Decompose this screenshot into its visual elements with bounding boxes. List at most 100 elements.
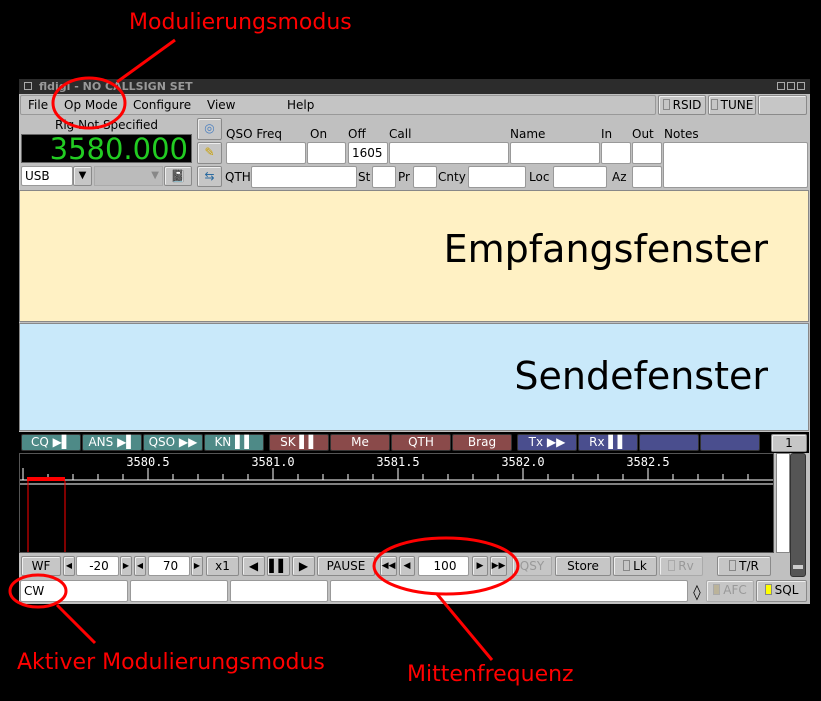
broom-clear-icon[interactable]: ✎: [197, 142, 222, 164]
macro-button[interactable]: ANS ▶▌: [82, 434, 142, 451]
time-on-field[interactable]: [307, 142, 346, 164]
time-off-field[interactable]: 1605: [348, 142, 388, 164]
waterfall[interactable]: 3580.5 3581.0 3581.5 3582.0 3582.5: [19, 453, 774, 553]
frequency-display[interactable]: 3580.000: [21, 134, 192, 164]
macro-button[interactable]: KN ▌▌: [204, 434, 264, 451]
call-field[interactable]: [389, 142, 509, 164]
menu-op-mode[interactable]: Op Mode: [64, 98, 118, 112]
lock-toggle[interactable]: Lk: [613, 556, 657, 576]
off-label: Off: [348, 127, 366, 141]
province-field[interactable]: [413, 166, 437, 188]
notes-label: Notes: [664, 127, 699, 141]
fast-right-icon[interactable]: ▶▶: [490, 556, 507, 576]
store-button[interactable]: Store: [555, 556, 611, 576]
globe-icon[interactable]: ◎: [197, 118, 222, 140]
macro-button[interactable]: Rx ▌▌: [578, 434, 638, 451]
macro-set-button[interactable]: 1: [771, 434, 807, 452]
menu-configure[interactable]: Configure: [133, 98, 191, 112]
receive-pane[interactable]: Empfangsfenster: [19, 190, 809, 322]
qth-field[interactable]: [251, 166, 357, 188]
call-label: Call: [389, 127, 412, 141]
fast-left-icon[interactable]: ◀◀: [380, 556, 397, 576]
state-field[interactable]: [372, 166, 396, 188]
lock-led: [623, 560, 631, 571]
menu-file[interactable]: File: [28, 98, 48, 112]
locator-field[interactable]: [553, 166, 607, 188]
mode-dropdown-chevron-down-icon[interactable]: ▼: [73, 166, 92, 186]
macro-button[interactable]: [639, 434, 699, 451]
country-field[interactable]: [468, 166, 526, 188]
maximize-icon[interactable]: [787, 82, 795, 90]
min-db-field[interactable]: -20: [76, 556, 119, 576]
rsid-toggle[interactable]: RSID: [658, 95, 706, 115]
squelch-slider[interactable]: [790, 453, 806, 577]
rig-name: Rig Not Specified: [55, 118, 159, 132]
range-db-field[interactable]: 70: [148, 556, 190, 576]
macro-button[interactable]: CQ ▶▌: [21, 434, 81, 451]
left-icon[interactable]: ◀: [399, 556, 415, 576]
pause-bars-icon[interactable]: ▌▌: [267, 556, 290, 576]
mode-select[interactable]: USB: [21, 166, 73, 186]
macro-button[interactable]: Brag: [452, 434, 512, 451]
pr-label: Pr: [398, 170, 410, 184]
right-icon[interactable]: ▶: [472, 556, 488, 576]
macro-button[interactable]: QTH: [391, 434, 451, 451]
window-controls[interactable]: [777, 82, 807, 91]
squelch-slider-handle[interactable]: [793, 565, 803, 569]
window-menu-icon[interactable]: [24, 82, 32, 90]
menu-help[interactable]: Help: [287, 98, 314, 112]
notes-field[interactable]: [663, 142, 808, 188]
diamond-icon[interactable]: ◊: [690, 582, 704, 602]
pause-button[interactable]: PAUSE: [317, 556, 375, 576]
macro-button[interactable]: Tx ▶▶: [517, 434, 577, 451]
transmit-pane[interactable]: Sendefenster: [19, 323, 809, 431]
tr-label: T/R: [739, 559, 759, 573]
afc-led: [713, 584, 721, 595]
blank-button[interactable]: [758, 95, 807, 115]
tr-led: [729, 560, 737, 571]
range-increase-icon[interactable]: ▶: [191, 556, 203, 576]
tr-toggle[interactable]: T/R: [717, 556, 771, 576]
qso-freq-field[interactable]: [226, 142, 306, 164]
macro-button[interactable]: SK ▌▌: [269, 434, 329, 451]
scale-tick-label: 3581.5: [376, 455, 419, 469]
range-decrease-icon[interactable]: ◀: [134, 556, 146, 576]
macro-button[interactable]: [700, 434, 760, 451]
sql-toggle[interactable]: SQL: [756, 580, 807, 602]
sql-led: [764, 584, 772, 595]
tune-led: [710, 99, 718, 110]
name-field[interactable]: [510, 142, 600, 164]
macro-button[interactable]: Me: [330, 434, 390, 451]
close-icon[interactable]: [797, 82, 805, 90]
name-label: Name: [510, 127, 546, 141]
slower-icon[interactable]: ◀: [242, 556, 265, 576]
zoom-button[interactable]: x1: [206, 556, 239, 576]
qsy-button[interactable]: QSY: [512, 556, 552, 576]
rst-in-field[interactable]: [601, 142, 631, 164]
minimize-icon[interactable]: [777, 82, 785, 90]
min-db-decrease-icon[interactable]: ◀: [63, 556, 75, 576]
tune-toggle[interactable]: TUNE: [708, 95, 756, 115]
rsid-led: [662, 99, 670, 110]
status-mode: CW: [20, 580, 128, 602]
afc-toggle[interactable]: AFC: [706, 580, 754, 602]
reverse-toggle[interactable]: Rv: [659, 556, 703, 576]
menu-bar: File Op Mode Configure View Help: [20, 95, 656, 115]
title-bar: fldigi - NO CALLSIGN SET: [19, 79, 810, 94]
azimuth-field[interactable]: [632, 166, 662, 188]
annotation-op-mode: Modulierungsmodus: [129, 10, 352, 35]
on-label: On: [310, 127, 328, 141]
center-frequency-field[interactable]: 100: [418, 556, 469, 576]
min-db-increase-icon[interactable]: ▶: [120, 556, 132, 576]
afc-label: AFC: [723, 583, 747, 597]
macro-button[interactable]: QSO ▶▶: [143, 434, 203, 451]
save-log-icon[interactable]: ⇆: [197, 166, 222, 187]
faster-icon[interactable]: ▶: [292, 556, 315, 576]
wf-mode-button[interactable]: WF: [21, 556, 61, 576]
menu-view[interactable]: View: [207, 98, 235, 112]
bandwidth-select[interactable]: ▼: [94, 166, 163, 186]
reverse-led: [668, 560, 676, 571]
address-book-icon[interactable]: 📓: [164, 166, 192, 186]
sql-label: SQL: [774, 583, 799, 597]
rst-out-field[interactable]: [632, 142, 662, 164]
